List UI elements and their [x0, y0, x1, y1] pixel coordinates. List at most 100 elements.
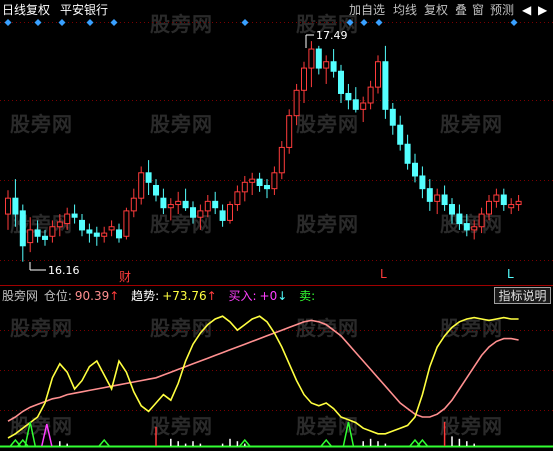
- candle-body: [79, 219, 85, 231]
- down-arrow-icon: ↓: [277, 289, 288, 303]
- candle-body: [286, 115, 293, 148]
- candle-body: [101, 232, 108, 237]
- candle-body: [12, 197, 19, 215]
- up-arrow-icon: ↑: [109, 289, 120, 303]
- green-triangle-icon: [342, 421, 355, 447]
- event-marker-icon: [86, 19, 94, 26]
- overlay-button[interactable]: 叠: [455, 2, 467, 18]
- candle-body: [345, 92, 352, 101]
- candle-body: [138, 172, 145, 199]
- candle-body: [389, 108, 396, 126]
- window-button[interactable]: 窗: [472, 2, 484, 18]
- candle-body: [404, 143, 411, 164]
- forecast-button[interactable]: 预测: [490, 2, 514, 18]
- candle-body: [500, 194, 507, 206]
- magenta-triangle-icon: [41, 423, 53, 447]
- candle-body: [301, 67, 307, 91]
- candle-body: [160, 197, 167, 209]
- candle-body: [426, 188, 433, 202]
- trend-value: +73.76: [162, 289, 207, 303]
- candle-body: [86, 229, 93, 234]
- adjust-label[interactable]: 复权: [26, 3, 50, 17]
- add-watchlist-button[interactable]: 加自选: [349, 2, 385, 18]
- event-marker-icon: [241, 19, 249, 26]
- candle-body: [123, 210, 130, 237]
- candle-body: [419, 175, 426, 190]
- indicator-header: 股旁网 仓位: 90.39↑ 趋势: +73.76↑ 买入: +0↓ 卖:: [2, 289, 315, 303]
- candle-body: [352, 99, 359, 110]
- chart-canvas: 17.49 16.16 财 L L: [0, 19, 553, 448]
- chart-header: 日线复权 平安银行: [2, 3, 108, 17]
- candle-body: [249, 178, 256, 183]
- candle-body: [27, 229, 34, 244]
- sell-label: 卖:: [299, 289, 316, 303]
- buy-value: +0: [259, 289, 278, 303]
- candle-body: [264, 184, 270, 190]
- candle-body: [515, 200, 522, 206]
- green-triangle-icon: [320, 438, 332, 447]
- candle-body: [382, 61, 389, 110]
- candle-body: [375, 61, 381, 88]
- candlestick-series: [5, 41, 522, 262]
- candle-body: [34, 229, 41, 237]
- up-arrow-icon: ↑: [206, 289, 217, 303]
- candle-body: [219, 210, 226, 221]
- moving-average-button[interactable]: 均线: [393, 2, 417, 18]
- candle-body: [19, 210, 26, 247]
- scroll-left-button[interactable]: ◀: [522, 2, 531, 18]
- indicator-explain-button[interactable]: 指标说明: [494, 287, 551, 304]
- candle-body: [271, 172, 278, 190]
- event-marker-icon: [510, 19, 518, 26]
- candle-body: [56, 221, 63, 228]
- candle-body: [108, 226, 115, 231]
- candle-body: [471, 226, 478, 231]
- candle-body: [338, 70, 344, 94]
- event-marker-icon: [58, 19, 66, 26]
- candle-body: [227, 204, 233, 221]
- candle-body: [308, 48, 315, 69]
- candle-body: [5, 197, 11, 215]
- low-price-label: 16.16: [48, 264, 80, 277]
- candle-body: [234, 191, 241, 206]
- candle-body: [256, 178, 263, 186]
- candle-body: [456, 213, 463, 225]
- scroll-right-button[interactable]: ▶: [538, 2, 547, 18]
- position-line: [7, 315, 519, 439]
- candle-body: [167, 204, 174, 209]
- candle-body: [130, 197, 137, 212]
- candle-body: [449, 204, 455, 215]
- l-mark: L: [507, 267, 514, 281]
- candle-body: [204, 200, 211, 212]
- candle-body: [42, 235, 48, 240]
- candle-body: [508, 204, 515, 209]
- event-marker-icon: [346, 19, 354, 26]
- candle-body: [278, 146, 285, 174]
- candle-body: [367, 86, 374, 104]
- candle-body: [486, 200, 492, 215]
- finance-mark: 财: [119, 270, 131, 284]
- grid-lines: [0, 22, 553, 411]
- indicator-series: [0, 315, 553, 448]
- candle-body: [434, 194, 441, 202]
- event-marker-icon: [110, 19, 118, 26]
- position-label: 仓位:: [43, 289, 72, 303]
- event-marker-icon: [4, 19, 12, 26]
- candle-body: [175, 200, 182, 206]
- indicator-name: 股旁网: [2, 289, 39, 303]
- candle-body: [397, 124, 404, 145]
- candle-body: [330, 61, 337, 72]
- event-marker-icon: [34, 19, 42, 26]
- candle-body: [441, 194, 448, 206]
- period-label[interactable]: 日线: [2, 3, 26, 17]
- adjust-button[interactable]: 复权: [424, 2, 448, 18]
- high-price-label: 17.49: [316, 29, 348, 42]
- event-marker-icon: [375, 19, 383, 26]
- candle-body: [241, 181, 248, 193]
- candle-body: [478, 213, 485, 228]
- candle-body: [323, 61, 330, 69]
- candle-body: [190, 207, 196, 218]
- event-marker-icon: [360, 19, 368, 26]
- green-triangle-icon: [98, 438, 110, 447]
- security-name: 平安银行: [60, 3, 109, 17]
- position-value: 90.39: [74, 289, 110, 303]
